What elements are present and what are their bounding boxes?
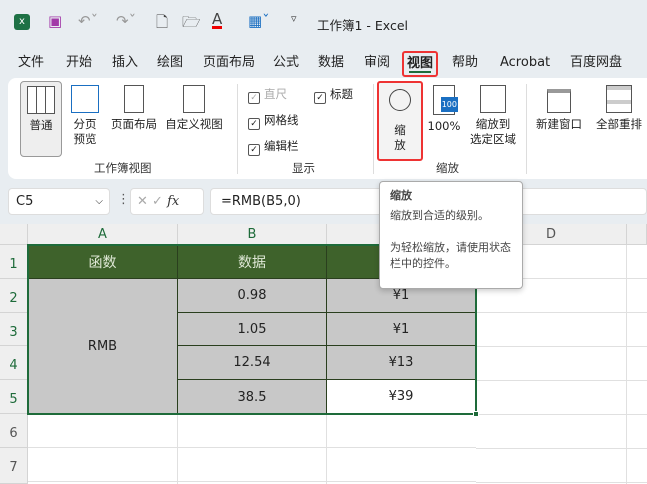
label: 编辑栏 (264, 139, 299, 153)
tab-baidu[interactable]: 百度网盘 (570, 54, 622, 74)
worksheet-grid: A B D 1 2 3 4 5 6 7 函数 数据 RMB 0.98 1.05 … (0, 224, 647, 484)
zoom-selection-icon (480, 85, 506, 113)
arrange-all-icon (606, 85, 632, 113)
group-label-show: 显示 (292, 161, 315, 175)
customize-qat-icon[interactable]: ▿ (291, 12, 297, 25)
tab-home[interactable]: 开始 (66, 54, 92, 74)
zoom-tooltip: 缩放 缩放到合适的级别。 为轻松缩放，请使用状态栏中的控件。 (379, 181, 523, 289)
label: 网格线 (264, 113, 299, 127)
custom-view-icon (183, 85, 205, 113)
row-header-1[interactable]: 1 (0, 245, 28, 279)
formula-bar-checkbox[interactable]: ✓ 编辑栏 (248, 138, 299, 156)
row-header-7[interactable]: 7 (0, 448, 28, 484)
headings-checkbox[interactable]: ✓ 标题 (314, 86, 353, 104)
page-layout-view-button[interactable]: 页面布局 (108, 85, 160, 132)
label: 分页 预览 (73, 117, 97, 146)
ruler-checkbox[interactable]: ✓ 直尺 (248, 86, 287, 104)
undo-icon[interactable]: ↶ˇ (78, 12, 98, 30)
gridlines-checkbox[interactable]: ✓ 网格线 (248, 112, 299, 130)
label: 缩放到 选定区域 (470, 117, 516, 146)
label: 普通 (29, 118, 53, 132)
select-all-button[interactable] (0, 224, 28, 245)
tab-formulas[interactable]: 公式 (273, 54, 299, 74)
column-header-a[interactable]: A (28, 224, 178, 245)
label: 新建窗口 (536, 117, 582, 131)
check-icon: ✓ (314, 92, 326, 104)
zoom-to-selection-button[interactable]: 缩放到 选定区域 (468, 85, 518, 147)
divider (526, 84, 527, 174)
empty-cells[interactable] (28, 414, 476, 484)
arrange-all-button[interactable]: 全部重排 (591, 85, 647, 132)
window-title: 工作簿1 - Excel (317, 18, 409, 33)
label: 自定义视图 (165, 117, 223, 131)
zoom-100-icon: 100 (433, 85, 458, 115)
tab-draw[interactable]: 绘图 (157, 54, 183, 74)
more-icon[interactable]: ⋮ (117, 192, 130, 207)
zoom-100-button[interactable]: 100 100% (426, 85, 462, 134)
label: 100% (427, 119, 461, 133)
divider (373, 84, 374, 174)
tab-file[interactable]: 文件 (18, 54, 44, 74)
row-header-4[interactable]: 4 (0, 346, 28, 380)
name-box[interactable]: C5 ⌵ (8, 188, 110, 215)
tab-review[interactable]: 审阅 (364, 54, 390, 74)
label: 直尺 (264, 87, 287, 101)
tab-view[interactable]: 视图 (402, 51, 439, 77)
tab-data[interactable]: 数据 (318, 54, 344, 74)
magnifier-icon (389, 89, 411, 111)
custom-views-button[interactable]: 自定义视图 (163, 85, 225, 132)
tooltip-title: 缩放 (390, 189, 412, 202)
column-header-e[interactable] (627, 224, 647, 245)
insert-function-icon[interactable]: fx (167, 194, 179, 209)
formula-value: =RMB(B5,0) (221, 194, 301, 209)
check-icon: ✓ (248, 118, 260, 130)
name-box-value: C5 (16, 194, 34, 209)
chevron-down-icon[interactable]: ⌵ (95, 189, 103, 214)
fill-handle[interactable] (473, 411, 479, 417)
row-header-5[interactable]: 5 (0, 380, 28, 414)
zoom-button[interactable]: 缩 放 (377, 81, 423, 161)
label: 全部重排 (596, 117, 642, 131)
cancel-icon[interactable]: ✕ (137, 194, 148, 209)
new-window-button[interactable]: 新建窗口 (534, 85, 584, 132)
label: 页面布局 (111, 117, 157, 131)
normal-view-button[interactable]: 普通 (20, 81, 62, 157)
enter-icon[interactable]: ✓ (152, 194, 163, 209)
row-header-2[interactable]: 2 (0, 279, 28, 313)
formula-buttons: ✕ ✓ fx (130, 188, 204, 215)
tooltip-hint: 为轻松缩放，请使用状态栏中的控件。 (390, 241, 511, 270)
tab-page-layout[interactable]: 页面布局 (203, 54, 255, 74)
font-color-icon[interactable]: A (212, 12, 223, 29)
tab-insert[interactable]: 插入 (112, 54, 138, 74)
page-layout-icon (124, 85, 144, 113)
row-header-3[interactable]: 3 (0, 313, 28, 346)
new-window-icon (547, 89, 571, 113)
open-folder-icon[interactable]: 🗁 (182, 12, 201, 37)
redo-icon[interactable]: ↷ˇ (116, 12, 136, 30)
save-icon[interactable]: ▣ (48, 12, 62, 30)
tab-help[interactable]: 帮助 (452, 54, 478, 74)
page-break-icon (71, 85, 99, 113)
divider (237, 84, 238, 174)
excel-logo-icon: x (14, 14, 30, 30)
group-label-zoom: 缩放 (436, 161, 459, 175)
column-header-b[interactable]: B (178, 224, 327, 245)
label: 缩 放 (394, 123, 406, 152)
check-icon: ✓ (248, 92, 260, 104)
ribbon: 普通 分页 预览 页面布局 自定义视图 工作簿视图 ✓ 直尺 ✓ 网格线 ✓ 编辑栏 … (8, 78, 647, 179)
group-label-workbook-views: 工作簿视图 (94, 161, 152, 175)
page-break-preview-button[interactable]: 分页 预览 (66, 85, 104, 147)
tab-acrobat[interactable]: Acrobat (500, 54, 550, 74)
borders-icon[interactable]: ▦ˇ (248, 12, 270, 30)
label: 标题 (330, 87, 353, 101)
new-file-icon[interactable]: 🗋 (156, 12, 168, 37)
row-header-6[interactable]: 6 (0, 414, 28, 448)
grid-icon (27, 86, 55, 114)
tooltip-description: 缩放到合适的级别。 (390, 209, 489, 222)
check-icon: ✓ (248, 144, 260, 156)
